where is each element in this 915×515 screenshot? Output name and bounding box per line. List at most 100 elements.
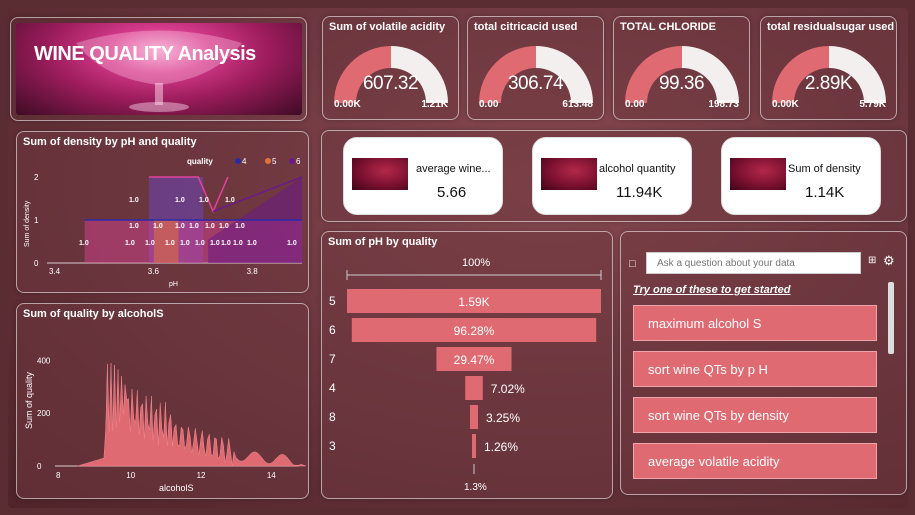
density-data-label: 1.0 bbox=[145, 240, 155, 247]
density-data-label: 1.0 bbox=[210, 240, 220, 247]
qa-prompt: Try one of these to get started bbox=[633, 284, 791, 296]
gauge-panel-1: total citricacid used 306.74 0.00 613.48 bbox=[467, 16, 604, 120]
density-data-label: 1.0 bbox=[165, 240, 175, 247]
card-image bbox=[730, 158, 786, 190]
gauge-value: 2.89K bbox=[804, 73, 853, 94]
gauge-value: 99.36 bbox=[658, 73, 705, 94]
x-axis-label: alcoholS bbox=[159, 483, 194, 493]
funnel-bar bbox=[470, 405, 478, 429]
x-tick-label: 12 bbox=[197, 471, 206, 480]
x-tick-label: 10 bbox=[126, 471, 135, 480]
y-tick-label: 0 bbox=[34, 259, 39, 268]
funnel-category-label: 4 bbox=[329, 381, 336, 395]
legend-marker bbox=[235, 158, 241, 164]
density-data-label: 1.0 bbox=[189, 223, 199, 230]
legend-title: quality bbox=[187, 157, 213, 166]
y-tick-label: 200 bbox=[37, 409, 51, 418]
gauge-max: 198.73 bbox=[708, 99, 739, 110]
alcohol-area bbox=[77, 363, 307, 467]
density-data-label: 1.0 bbox=[175, 197, 185, 204]
density-data-label: 1.0 bbox=[205, 223, 215, 230]
gauge-min: 0.00 bbox=[479, 99, 499, 110]
funnel-value-label: 1.59K bbox=[458, 295, 489, 309]
density-chart: quality456781.01.01.01.01.01.01.01.01.01… bbox=[24, 157, 303, 288]
ph-funnel-panel: Sum of pH by quality 100% 5 1.59K 6 96.28% 7 2… bbox=[321, 231, 613, 499]
wine-glass-banner: WINE QUALITY Analysis bbox=[16, 23, 302, 115]
y-axis-label: Sum of quality bbox=[24, 371, 34, 429]
funnel-value-label: 7.02% bbox=[491, 382, 525, 396]
qa-suggestion-0[interactable]: maximum alcohol S bbox=[633, 305, 877, 341]
gauge-value: 306.74 bbox=[507, 73, 564, 94]
gauge-max: 1.21K bbox=[421, 99, 448, 110]
density-data-label: 1.0 bbox=[199, 197, 209, 204]
funnel-bottom-label: 1.3% bbox=[464, 482, 487, 493]
legend-label: 4 bbox=[242, 157, 247, 166]
qa-scrollbar[interactable] bbox=[888, 282, 894, 354]
x-tick-label: 3.4 bbox=[49, 267, 61, 276]
density-data-label: 1.0 bbox=[125, 240, 135, 247]
chat-icon[interactable]: □ bbox=[629, 258, 636, 270]
qa-panel: □ ⚙ ⊞ Try one of these to get started ma… bbox=[620, 231, 907, 495]
legend-marker bbox=[289, 158, 295, 164]
density-data-label: 1.0 bbox=[195, 240, 205, 247]
card-value: 11.94K bbox=[616, 184, 663, 201]
funnel-category-label: 3 bbox=[329, 439, 336, 453]
wine-glass-icon bbox=[76, 30, 242, 112]
gauge-panel-2: TOTAL CHLORIDE 99.36 0.00 198.73 bbox=[613, 16, 750, 120]
funnel-category-label: 5 bbox=[329, 294, 336, 308]
expand-icon[interactable]: ⊞ bbox=[868, 255, 876, 266]
funnel-bar bbox=[465, 376, 483, 400]
card-image bbox=[541, 158, 597, 190]
qa-suggestion-2[interactable]: sort wine QTs by density bbox=[633, 397, 877, 433]
x-tick-label: 3.8 bbox=[247, 267, 259, 276]
y-axis-label: Sum of density bbox=[24, 200, 31, 247]
funnel-category-label: 8 bbox=[329, 410, 336, 424]
y-tick-label: 400 bbox=[37, 356, 51, 365]
funnel-category-label: 6 bbox=[329, 323, 336, 337]
funnel-value-label: 96.28% bbox=[454, 324, 495, 338]
funnel-value-label: 29.47% bbox=[454, 353, 495, 367]
card-label: alcohol quantity bbox=[599, 163, 676, 175]
y-tick-label: 1 bbox=[34, 216, 39, 225]
funnel-value-label: 1.26% bbox=[484, 440, 518, 454]
density-data-label: 1.0 bbox=[235, 223, 245, 230]
y-tick-label: 2 bbox=[34, 173, 39, 182]
gauge-max: 613.48 bbox=[562, 99, 593, 110]
y-tick-label: 0 bbox=[37, 462, 42, 471]
page-title: WINE QUALITY Analysis bbox=[34, 43, 256, 65]
density-data-label: 1.0 bbox=[233, 240, 243, 247]
qa-suggestion-1[interactable]: sort wine QTs by p H bbox=[633, 351, 877, 387]
funnel-top-label: 100% bbox=[462, 257, 490, 269]
x-axis-label: pH bbox=[169, 281, 178, 288]
kpi-card-2: Sum of density 1.14K bbox=[721, 137, 881, 215]
funnel-bar bbox=[472, 434, 476, 458]
funnel-value-label: 3.25% bbox=[486, 411, 520, 425]
x-tick-label: 8 bbox=[56, 471, 61, 480]
density-data-label: 1.0 bbox=[175, 223, 185, 230]
gauge-panel-0: Sum of volatile acidity 607.32 0.00K 1.21K bbox=[322, 16, 459, 120]
qa-input[interactable] bbox=[646, 252, 861, 274]
legend-marker bbox=[265, 158, 271, 164]
funnel-category-label: 7 bbox=[329, 352, 336, 366]
density-data-label: 1.0 bbox=[287, 240, 297, 247]
density-data-label: 1.0 bbox=[79, 240, 89, 247]
card-value: 5.66 bbox=[437, 184, 467, 201]
density-data-label: 1.0 bbox=[221, 240, 231, 247]
density-data-label: 1.0 bbox=[129, 197, 139, 204]
legend-label: 5 bbox=[272, 157, 277, 166]
density-data-label: 1.0 bbox=[225, 197, 235, 204]
title-panel: WINE QUALITY Analysis bbox=[10, 17, 307, 121]
gauge-min: 0.00K bbox=[772, 99, 799, 110]
density-data-label: 1.0 bbox=[247, 240, 257, 247]
x-tick-label: 3.6 bbox=[148, 267, 160, 276]
qa-suggestion-3[interactable]: average volatile acidity bbox=[633, 443, 877, 479]
density-data-label: 1.0 bbox=[219, 223, 229, 230]
card-label: average wine... bbox=[416, 163, 491, 175]
card-value: 1.14K bbox=[805, 184, 845, 201]
settings-icon[interactable]: ⚙ bbox=[883, 253, 895, 269]
card-label: Sum of density bbox=[788, 163, 861, 175]
alcohol-chart: 8 10 12 14 0 200 400 alcoholS Sum of quality bbox=[24, 356, 307, 493]
gauge-value: 607.32 bbox=[362, 73, 419, 94]
ph-funnel-chart: 100% 5 1.59K 6 96.28% 7 29.47% 4 7.02% 8 3.25% 3 1.2… bbox=[329, 257, 602, 493]
density-data-label: 1.0 bbox=[153, 223, 163, 230]
